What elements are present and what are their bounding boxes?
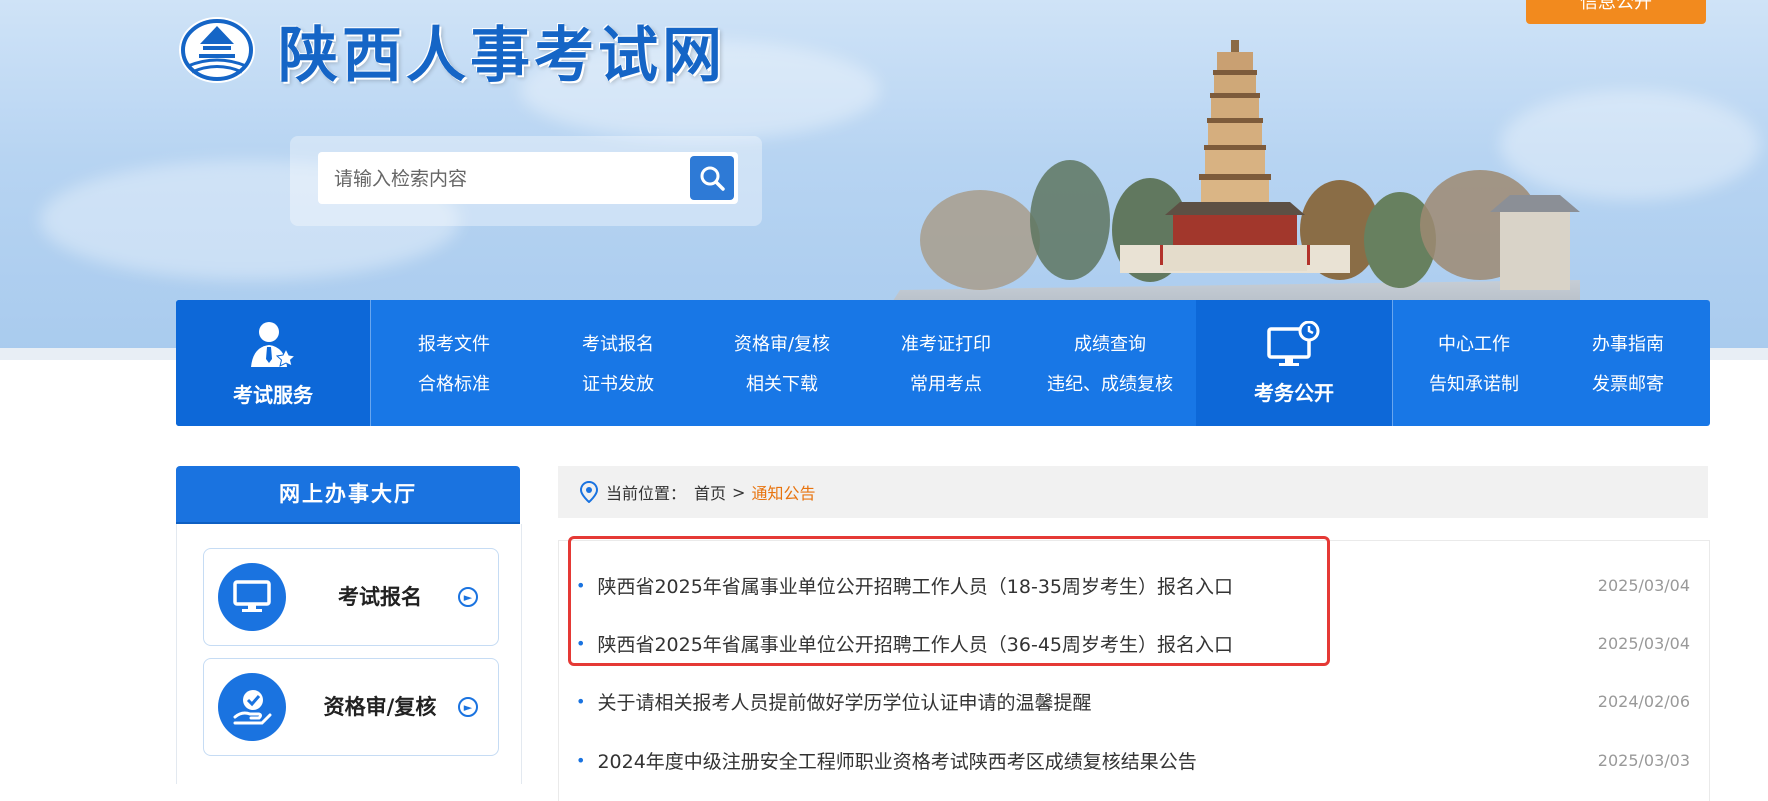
nav-column-4: 准考证打印 常用考点: [864, 328, 1028, 408]
breadcrumb-separator: >: [732, 482, 746, 502]
location-pin-icon: [580, 481, 598, 503]
nav-item-downloads[interactable]: 相关下载: [700, 368, 864, 408]
sidebar-item-exam-registration[interactable]: 考试报名 ►: [203, 548, 499, 646]
sidebar-item-qualification-review[interactable]: 资格审/复核 ►: [203, 658, 499, 756]
sidebar-panel: 考试报名 ► 资格审/复核 ►: [176, 524, 522, 784]
nav-item-violation-score-review[interactable]: 违纪、成绩复核: [1028, 368, 1192, 408]
bullet-icon: •: [576, 691, 586, 711]
nav-column-6: 中心工作 告知承诺制: [1392, 328, 1556, 408]
nav-divider: [370, 300, 371, 426]
nav-item-certificate-issue[interactable]: 证书发放: [536, 368, 700, 408]
nav-exam-public[interactable]: 考务公开: [1196, 300, 1392, 426]
sidebar-item-label: 资格审/复核: [323, 695, 437, 719]
monitor-clock-icon: [1267, 320, 1320, 366]
nav-item-score-query[interactable]: 成绩查询: [1028, 328, 1192, 368]
nav-item-exam-sites[interactable]: 常用考点: [864, 368, 1028, 408]
breadcrumb-home[interactable]: 首页: [694, 480, 726, 504]
search-input[interactable]: [332, 152, 676, 206]
news-title[interactable]: 2024年度中级注册安全工程师职业资格考试陕西考区成绩复核结果公告: [597, 747, 1597, 774]
sidebar-title: 网上办事大厅: [176, 466, 520, 522]
site-name: 陕西人事考试网: [278, 20, 726, 91]
nav-exam-public-label: 考务公开: [1254, 380, 1334, 405]
hand-check-icon: [218, 673, 286, 741]
nav-column-2: 考试报名 证书发放: [536, 328, 700, 408]
nav-item-commitment-system[interactable]: 告知承诺制: [1392, 368, 1556, 408]
nav-item-invoice-mail[interactable]: 发票邮寄: [1546, 368, 1710, 408]
news-item[interactable]: • 关于请相关报考人员提前做好学历学位认证申请的温馨提醒 2024/02/06: [576, 681, 1690, 721]
bullet-icon: •: [576, 750, 586, 770]
breadcrumb-current[interactable]: 通知公告: [751, 480, 815, 504]
exam-service-user-icon: [251, 321, 297, 367]
nav-item-exam-documents[interactable]: 报考文件: [372, 328, 536, 368]
monitor-icon: [218, 563, 286, 631]
news-date: 2025/03/04: [1597, 575, 1690, 595]
nav-exam-service[interactable]: 考试服务: [176, 300, 370, 426]
nav-column-1: 报考文件 合格标准: [372, 328, 536, 408]
site-logo[interactable]: 陕西人事考试网: [176, 10, 726, 91]
nav-item-exam-registration[interactable]: 考试报名: [536, 328, 700, 368]
nav-item-center-work[interactable]: 中心工作: [1392, 328, 1556, 368]
arrow-right-icon: ►: [458, 587, 478, 607]
news-date: 2025/03/03: [1597, 750, 1690, 770]
breadcrumb: 当前位置： 首页 > 通知公告: [558, 466, 1708, 518]
search-box: [318, 152, 738, 206]
nav-item-pass-standard[interactable]: 合格标准: [372, 368, 536, 408]
nav-item-service-guide[interactable]: 办事指南: [1546, 328, 1710, 368]
logo-emblem-icon: [179, 17, 255, 83]
search-icon: [700, 166, 725, 191]
breadcrumb-prefix: 当前位置：: [606, 484, 687, 503]
nav-column-3: 资格审/复核 相关下载: [700, 328, 864, 408]
nav-item-admission-ticket[interactable]: 准考证打印: [864, 328, 1028, 368]
search-area: [290, 136, 762, 226]
news-date: 2025/03/04: [1597, 633, 1690, 653]
info-public-button[interactable]: 信息公开: [1526, 0, 1706, 24]
search-button[interactable]: [690, 156, 734, 200]
sidebar-item-label: 考试报名: [338, 585, 422, 609]
news-date: 2024/02/06: [1597, 691, 1690, 711]
news-item[interactable]: • 2024年度中级注册安全工程师职业资格考试陕西考区成绩复核结果公告 2025…: [576, 740, 1690, 780]
nav-column-7: 办事指南 发票邮寄: [1546, 328, 1710, 408]
news-title[interactable]: 关于请相关报考人员提前做好学历学位认证申请的温馨提醒: [597, 688, 1597, 715]
arrow-right-icon: ►: [458, 697, 478, 717]
nav-exam-service-label: 考试服务: [233, 382, 313, 407]
nav-column-5: 成绩查询 违纪、成绩复核: [1028, 328, 1192, 408]
main-nav: 考试服务 报考文件 合格标准 考试报名 证书发放 资格审/复核 相关下载 准考证…: [176, 300, 1710, 426]
red-highlight-annotation: [568, 536, 1330, 666]
nav-item-qualification-review[interactable]: 资格审/复核: [700, 328, 864, 368]
